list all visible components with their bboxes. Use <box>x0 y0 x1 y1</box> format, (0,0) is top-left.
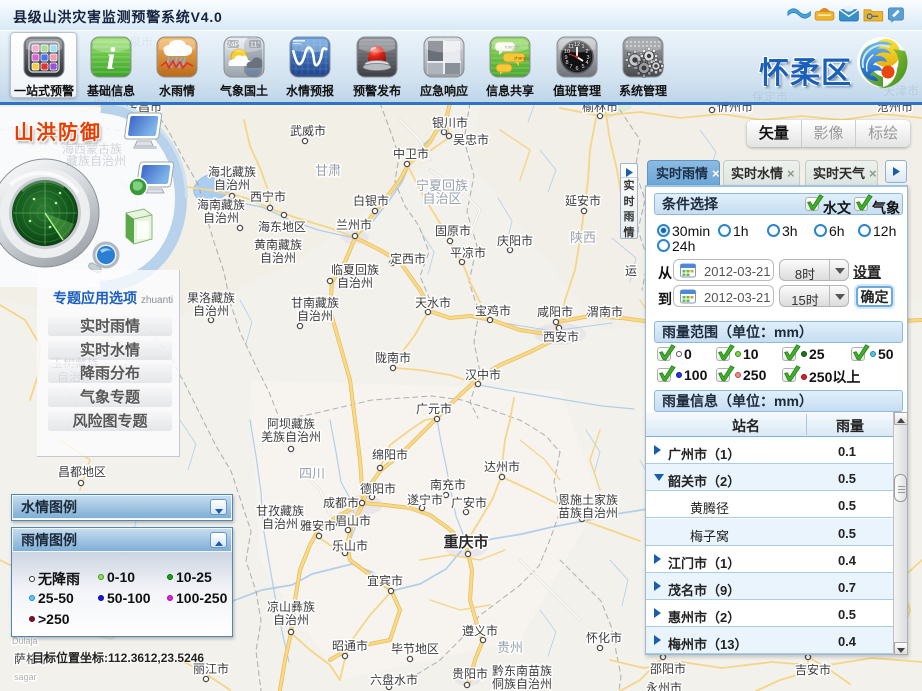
svg-text:自治州: 自治州 <box>214 178 250 192</box>
svg-text:咸阳市: 咸阳市 <box>537 304 573 319</box>
svg-text:遂宁市: 遂宁市 <box>407 492 443 507</box>
svg-text:4: 4 <box>585 60 588 66</box>
svg-text:自治区: 自治区 <box>422 191 461 206</box>
svg-text:兰州市: 兰州市 <box>336 217 372 232</box>
svg-text:自治州: 自治州 <box>262 517 298 531</box>
svg-text:海东地区: 海东地区 <box>258 219 306 234</box>
svg-text:贵阳市: 贵阳市 <box>452 666 488 681</box>
svg-text:遵义市: 遵义市 <box>462 623 498 638</box>
svg-text:侗族自治州: 侗族自治州 <box>492 677 552 691</box>
svg-text:甘肃: 甘肃 <box>315 163 341 178</box>
svg-text:恩施土家族: 恩施土家族 <box>558 492 618 507</box>
svg-text:渭南市: 渭南市 <box>587 304 623 319</box>
svg-text:海北藏族: 海北藏族 <box>208 164 256 179</box>
svg-text:银川市: 银川市 <box>432 115 468 130</box>
svg-text:甘孜藏族: 甘孜藏族 <box>256 504 304 518</box>
svg-text:眉山市: 眉山市 <box>335 513 371 528</box>
svg-text:平凉市: 平凉市 <box>450 245 486 260</box>
svg-text:宝鸡市: 宝鸡市 <box>475 303 511 318</box>
svg-text:西安市: 西安市 <box>543 329 579 344</box>
svg-text:西宁市: 西宁市 <box>250 189 286 204</box>
svg-text:达州市: 达州市 <box>484 459 520 474</box>
svg-text:陇南市: 陇南市 <box>375 350 411 365</box>
svg-text:白银市: 白银市 <box>353 193 389 208</box>
svg-text:sagar: sagar <box>14 672 37 682</box>
svg-text:庆阳市: 庆阳市 <box>497 233 533 248</box>
svg-text:广元市: 广元市 <box>416 401 452 416</box>
svg-text:自治州: 自治州 <box>337 276 373 290</box>
svg-text:重庆市: 重庆市 <box>443 533 488 551</box>
svg-text:四川: 四川 <box>299 466 325 481</box>
svg-text:藏族自治州: 藏族自治州 <box>66 154 126 168</box>
svg-text:毕节地区: 毕节地区 <box>391 642 439 656</box>
svg-text:德阳市: 德阳市 <box>360 481 396 496</box>
svg-text:宜宾市: 宜宾市 <box>367 573 403 588</box>
svg-text:乐山市: 乐山市 <box>332 538 368 553</box>
svg-text:临夏回族: 临夏回族 <box>331 263 379 277</box>
svg-text:成都市: 成都市 <box>323 495 359 510</box>
svg-text:6: 6 <box>575 66 578 72</box>
svg-text:5: 5 <box>581 64 584 70</box>
svg-text:贵州: 贵州 <box>497 640 523 655</box>
svg-text:武威市: 武威市 <box>290 123 326 138</box>
svg-text:陕西: 陕西 <box>570 230 596 245</box>
svg-text:南充市: 南充市 <box>430 477 466 492</box>
svg-text:固原市: 固原市 <box>435 223 471 238</box>
svg-text:凉山彝族: 凉山彝族 <box>267 599 315 614</box>
svg-text:广安市: 广安市 <box>451 495 487 510</box>
svg-text:六盘水市: 六盘水市 <box>370 672 418 687</box>
svg-text:昌都地区: 昌都地区 <box>58 465 106 479</box>
svg-text:邵阳市: 邵阳市 <box>650 661 686 676</box>
svg-text:绵阳市: 绵阳市 <box>372 447 408 462</box>
svg-text:自治州: 自治州 <box>203 211 239 225</box>
svg-text:自治州: 自治州 <box>193 304 229 318</box>
svg-text:天水市: 天水市 <box>415 295 451 310</box>
svg-text:定西市: 定西市 <box>390 251 426 266</box>
svg-text:汉中市: 汉中市 <box>465 367 501 382</box>
svg-text:7: 7 <box>569 64 572 70</box>
svg-text:自治州: 自治州 <box>260 251 296 265</box>
svg-text:9: 9 <box>564 55 567 61</box>
svg-text:黄南藏族: 黄南藏族 <box>254 237 302 252</box>
svg-text:自治州: 自治州 <box>297 309 333 323</box>
svg-text:延安市: 延安市 <box>565 193 601 208</box>
svg-text:昭通市: 昭通市 <box>332 638 368 653</box>
svg-text:雅安市: 雅安市 <box>300 518 336 533</box>
svg-text:中卫市: 中卫市 <box>393 146 429 161</box>
svg-text:甘南藏族: 甘南藏族 <box>291 295 339 310</box>
svg-text:怀化市: 怀化市 <box>586 630 622 645</box>
svg-text:吴忠市: 吴忠市 <box>453 132 489 147</box>
svg-text:自治州: 自治州 <box>273 613 309 627</box>
svg-text:阿坝藏族: 阿坝藏族 <box>267 417 315 431</box>
svg-text:吉安市: 吉安市 <box>795 662 831 677</box>
svg-text:Dulaja: Dulaja <box>12 636 38 646</box>
svg-text:苗族自治州: 苗族自治州 <box>558 506 618 520</box>
svg-text:羌族自治州: 羌族自治州 <box>261 430 321 444</box>
svg-text:zhangsj: zhangsj <box>514 56 530 61</box>
svg-text:海南藏族: 海南藏族 <box>197 197 245 212</box>
svg-text:运: 运 <box>625 264 637 278</box>
svg-text:永州市: 永州市 <box>646 680 682 691</box>
svg-text:黔东南苗族: 黔东南苗族 <box>492 663 552 678</box>
